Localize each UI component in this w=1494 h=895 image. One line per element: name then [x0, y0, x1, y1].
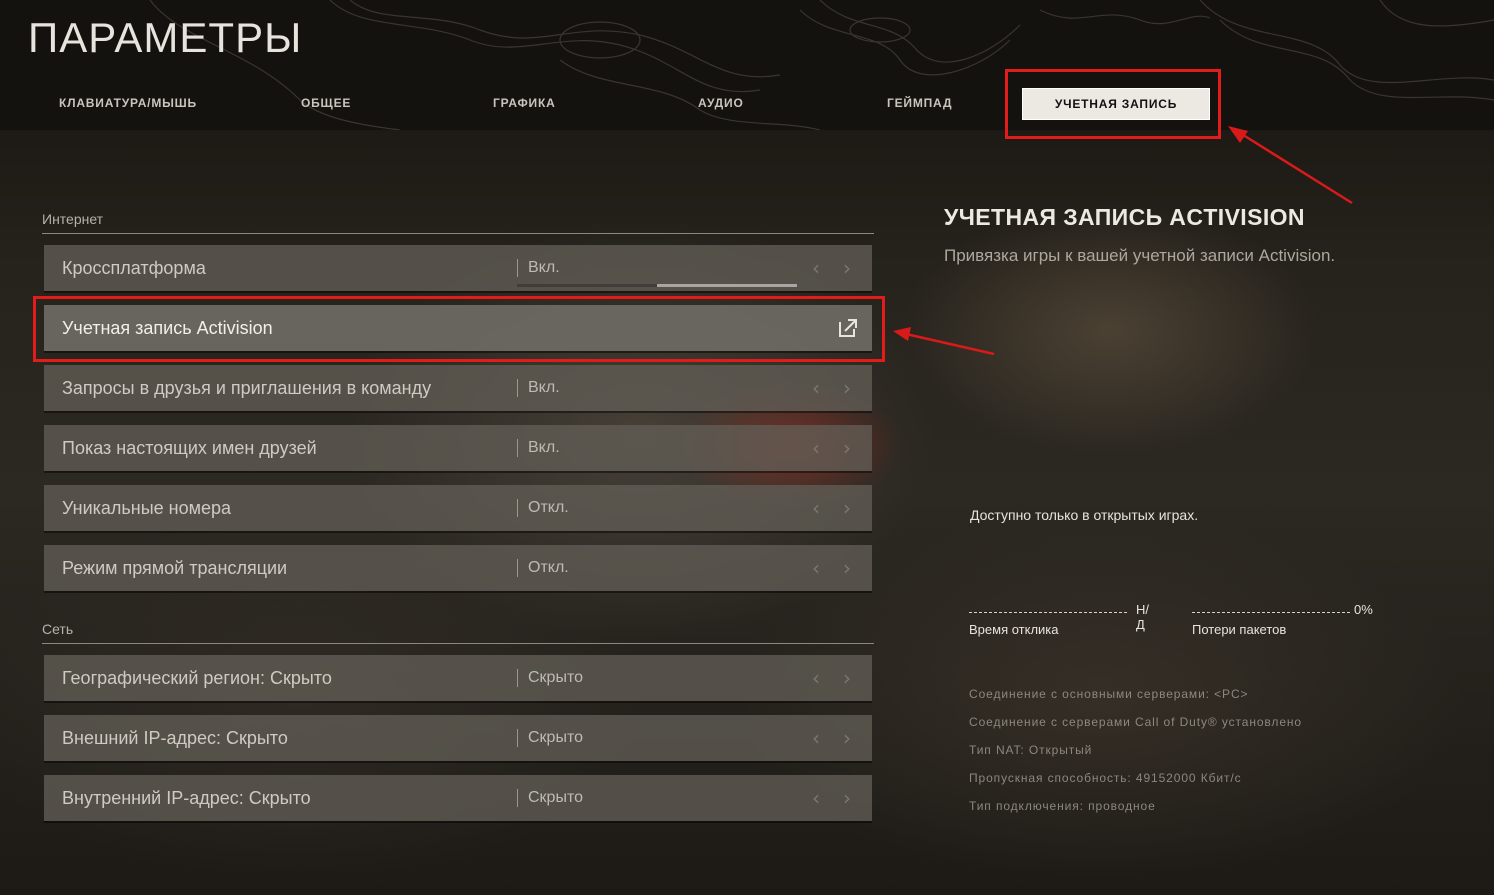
- network-info-line: Тип подключения: проводное: [969, 799, 1156, 813]
- info-description: Привязка игры к вашей учетной записи Act…: [944, 246, 1336, 265]
- chevron-left-icon[interactable]: ‹: [812, 786, 820, 810]
- setting-value: Вкл.: [528, 379, 560, 396]
- setting-value: Скрыто: [528, 729, 583, 746]
- tab-general[interactable]: ОБЩЕЕ: [301, 96, 351, 110]
- chevron-right-icon[interactable]: ›: [843, 256, 851, 280]
- chevron-left-icon[interactable]: ‹: [812, 256, 820, 280]
- chevron-left-icon[interactable]: ‹: [812, 666, 820, 690]
- setting-label: Режим прямой трансляции: [62, 558, 288, 578]
- page-title: ПАРАМЕТРЫ: [28, 14, 303, 61]
- setting-value: Скрыто: [528, 789, 583, 806]
- setting-row-friend-requests[interactable]: Запросы в друзья и приглашения в команду…: [44, 365, 872, 411]
- setting-label: Кроссплатформа: [62, 258, 206, 278]
- packet-loss-label: Потери пакетов: [1192, 622, 1287, 637]
- divider: [517, 259, 518, 277]
- chevron-right-icon[interactable]: ›: [843, 726, 851, 750]
- chevron-right-icon[interactable]: ›: [843, 666, 851, 690]
- setting-label: Географический регион: Скрыто: [62, 668, 332, 688]
- setting-row-real-names[interactable]: Показ настоящих имен друзей Вкл. ‹ ›: [44, 425, 872, 471]
- setting-row-geo-region[interactable]: Географический регион: Скрыто Скрыто ‹ ›: [44, 655, 872, 701]
- dashed-line: [969, 612, 1127, 613]
- chevron-left-icon[interactable]: ‹: [812, 436, 820, 460]
- latency-value: Н/Д: [1136, 602, 1149, 632]
- latency-label: Время отклика: [969, 622, 1059, 637]
- setting-value: Вкл.: [528, 439, 560, 456]
- setting-label: Внешний IP-адрес: Скрыто: [62, 728, 288, 748]
- tab-graphics[interactable]: ГРАФИКА: [493, 96, 556, 110]
- setting-value: Откл.: [528, 559, 569, 576]
- divider: [517, 439, 518, 457]
- setting-row-crossplay[interactable]: Кроссплатформа Вкл. ‹ ›: [44, 245, 872, 291]
- network-info-line: Соединение с серверами Call of Duty® уст…: [969, 715, 1302, 729]
- setting-row-streamer-mode[interactable]: Режим прямой трансляции Откл. ‹ ›: [44, 545, 872, 591]
- chevron-left-icon[interactable]: ‹: [812, 376, 820, 400]
- setting-value: Скрыто: [528, 669, 583, 686]
- section-divider: [42, 643, 874, 644]
- setting-label: Показ настоящих имен друзей: [62, 438, 317, 458]
- tab-gamepad[interactable]: ГЕЙМПАД: [887, 96, 952, 110]
- tab-account[interactable]: УЧЕТНАЯ ЗАПИСЬ: [1022, 88, 1210, 120]
- network-info-line: Тип NAT: Открытый: [969, 743, 1093, 757]
- chevron-right-icon[interactable]: ›: [843, 496, 851, 520]
- packet-loss-value: 0%: [1354, 602, 1373, 617]
- tab-keyboard-mouse[interactable]: КЛАВИАТУРА/МЫШЬ: [59, 96, 197, 110]
- divider: [517, 729, 518, 747]
- chevron-left-icon[interactable]: ‹: [812, 556, 820, 580]
- option-slider-track: [517, 284, 797, 287]
- chevron-right-icon[interactable]: ›: [843, 786, 851, 810]
- chevron-left-icon[interactable]: ‹: [812, 726, 820, 750]
- setting-label: Учетная запись Activision: [62, 318, 273, 338]
- section-label-internet: Интернет: [42, 211, 104, 227]
- chevron-left-icon[interactable]: ‹: [812, 496, 820, 520]
- setting-label: Внутренний IP-адрес: Скрыто: [62, 788, 311, 808]
- option-slider-fill: [657, 284, 797, 287]
- tab-bar: КЛАВИАТУРА/МЫШЬ ОБЩЕЕ ГРАФИКА АУДИО ГЕЙМ…: [0, 84, 1494, 128]
- chevron-right-icon[interactable]: ›: [843, 436, 851, 460]
- section-divider: [42, 233, 874, 234]
- tab-audio[interactable]: АУДИО: [698, 96, 744, 110]
- setting-row-activision-account[interactable]: Учетная запись Activision: [44, 305, 872, 351]
- divider: [517, 669, 518, 687]
- chevron-right-icon[interactable]: ›: [843, 376, 851, 400]
- network-info-line: Соединение с основными серверами: <PC>: [969, 687, 1249, 701]
- divider: [517, 559, 518, 577]
- setting-value: Вкл.: [528, 259, 560, 276]
- info-title: УЧЕТНАЯ ЗАПИСЬ ACTIVISION: [944, 204, 1305, 230]
- divider: [517, 499, 518, 517]
- setting-value: Откл.: [528, 499, 569, 516]
- setting-label: Уникальные номера: [62, 498, 232, 518]
- section-label-network: Сеть: [42, 621, 74, 637]
- divider: [517, 379, 518, 397]
- setting-row-internal-ip[interactable]: Внутренний IP-адрес: Скрыто Скрыто ‹ ›: [44, 775, 872, 821]
- network-info-line: Пропускная способность: 49152000 Кбит/с: [969, 771, 1242, 785]
- setting-row-unique-numbers[interactable]: Уникальные номера Откл. ‹ ›: [44, 485, 872, 531]
- availability-note: Доступно только в открытых играх.: [970, 507, 1199, 523]
- dashed-line: [1192, 612, 1350, 613]
- setting-label: Запросы в друзья и приглашения в команду: [62, 378, 432, 398]
- chevron-right-icon[interactable]: ›: [843, 556, 851, 580]
- setting-row-external-ip[interactable]: Внешний IP-адрес: Скрыто Скрыто ‹ ›: [44, 715, 872, 761]
- divider: [517, 789, 518, 807]
- external-link-icon[interactable]: [838, 318, 858, 338]
